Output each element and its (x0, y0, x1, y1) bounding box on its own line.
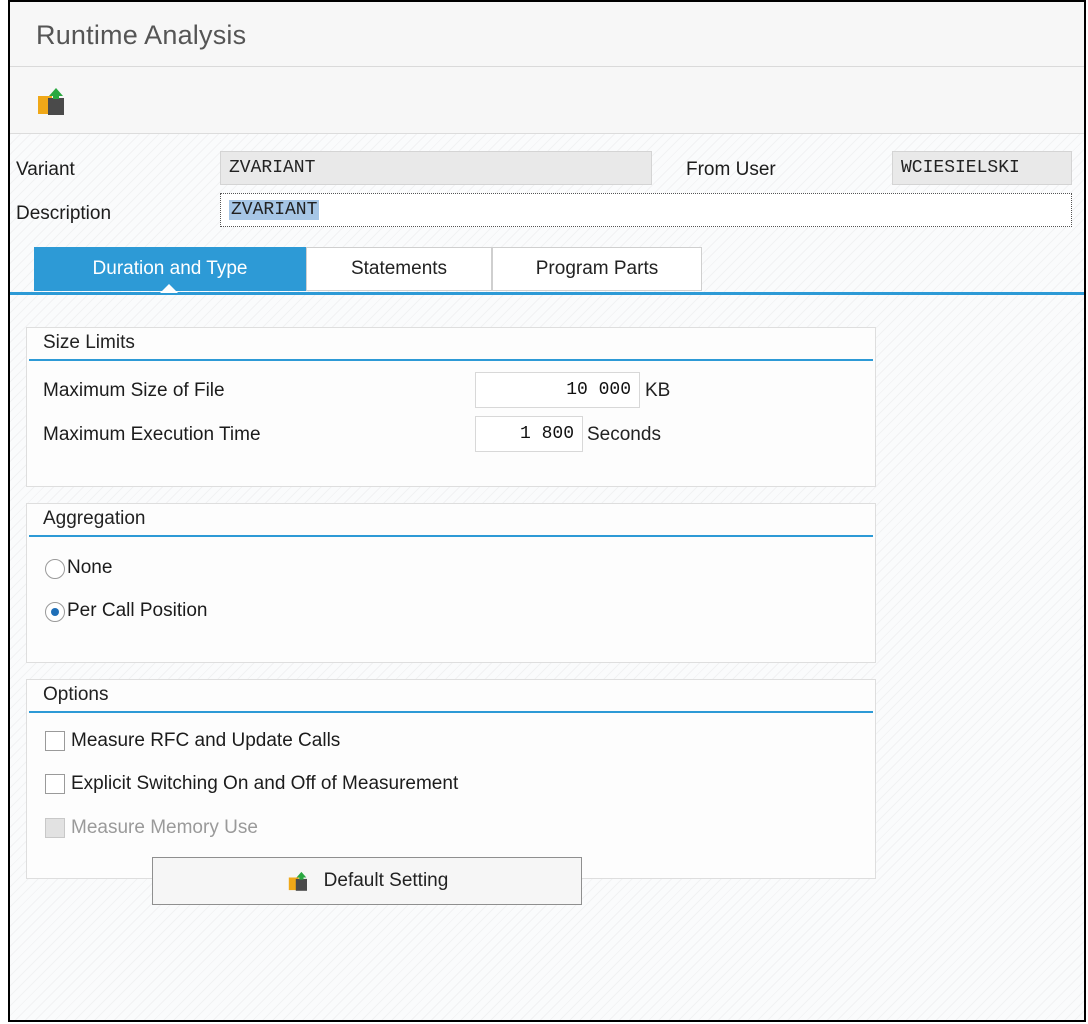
title-bar: Runtime Analysis (10, 2, 1084, 67)
get-variant-icon (38, 88, 64, 115)
runtime-analysis-window: Runtime Analysis Variant ZVARIANT From U… (8, 0, 1086, 1022)
active-tab-indicator (160, 284, 178, 293)
tab-statements[interactable]: Statements (306, 247, 492, 291)
description-value: ZVARIANT (229, 200, 320, 220)
get-variant-icon (288, 871, 307, 891)
default-setting-button[interactable]: Default Setting (152, 857, 582, 905)
toolbar (10, 67, 1084, 134)
options-title: Options (43, 684, 109, 705)
size-limits-title: Size Limits (43, 332, 135, 353)
max-exec-time-value: 1 800 (519, 424, 574, 444)
group-divider (29, 711, 873, 713)
measure-memory-label: Measure Memory Use (71, 817, 258, 838)
group-divider (29, 535, 873, 537)
from-user-value: WCIESIELSKI (901, 158, 1020, 178)
max-file-size-value: 10 000 (566, 380, 631, 400)
default-setting-label: Default Setting (323, 870, 449, 891)
max-file-size-input[interactable]: 10 000 (475, 372, 640, 408)
max-exec-time-input[interactable]: 1 800 (475, 416, 583, 452)
aggregation-group: Aggregation None Per Call Position (26, 503, 876, 663)
aggregation-title: Aggregation (43, 508, 146, 529)
explicit-switching-checkbox[interactable] (45, 774, 65, 794)
variant-value: ZVARIANT (229, 158, 316, 178)
radio-none[interactable] (45, 559, 65, 579)
description-input[interactable]: ZVARIANT (220, 193, 1072, 227)
description-label: Description (16, 203, 112, 224)
variant-label: Variant (16, 159, 75, 180)
measure-rfc-checkbox[interactable] (45, 731, 65, 751)
max-file-size-label: Maximum Size of File (43, 380, 225, 401)
measure-rfc-label[interactable]: Measure RFC and Update Calls (71, 730, 340, 752)
window-title: Runtime Analysis (36, 20, 247, 50)
from-user-field: WCIESIELSKI (892, 151, 1072, 185)
radio-per-call-position-label[interactable]: Per Call Position (67, 600, 207, 622)
group-divider (29, 359, 873, 361)
get-variant-button[interactable] (34, 84, 74, 118)
radio-per-call-position[interactable] (45, 602, 65, 622)
max-file-size-unit: KB (645, 380, 671, 401)
tab-program-parts[interactable]: Program Parts (492, 247, 702, 291)
radio-none-label[interactable]: None (67, 557, 112, 579)
size-limits-group: Size Limits Maximum Size of File 10 000 … (26, 327, 876, 487)
variant-field: ZVARIANT (220, 151, 652, 185)
max-exec-time-label: Maximum Execution Time (43, 424, 261, 445)
from-user-label: From User (686, 159, 776, 180)
options-group: Options Measure RFC and Update Calls Exp… (26, 679, 876, 879)
max-exec-time-unit: Seconds (587, 424, 661, 445)
measure-memory-checkbox (45, 818, 65, 838)
explicit-switching-label[interactable]: Explicit Switching On and Off of Measure… (71, 773, 458, 795)
